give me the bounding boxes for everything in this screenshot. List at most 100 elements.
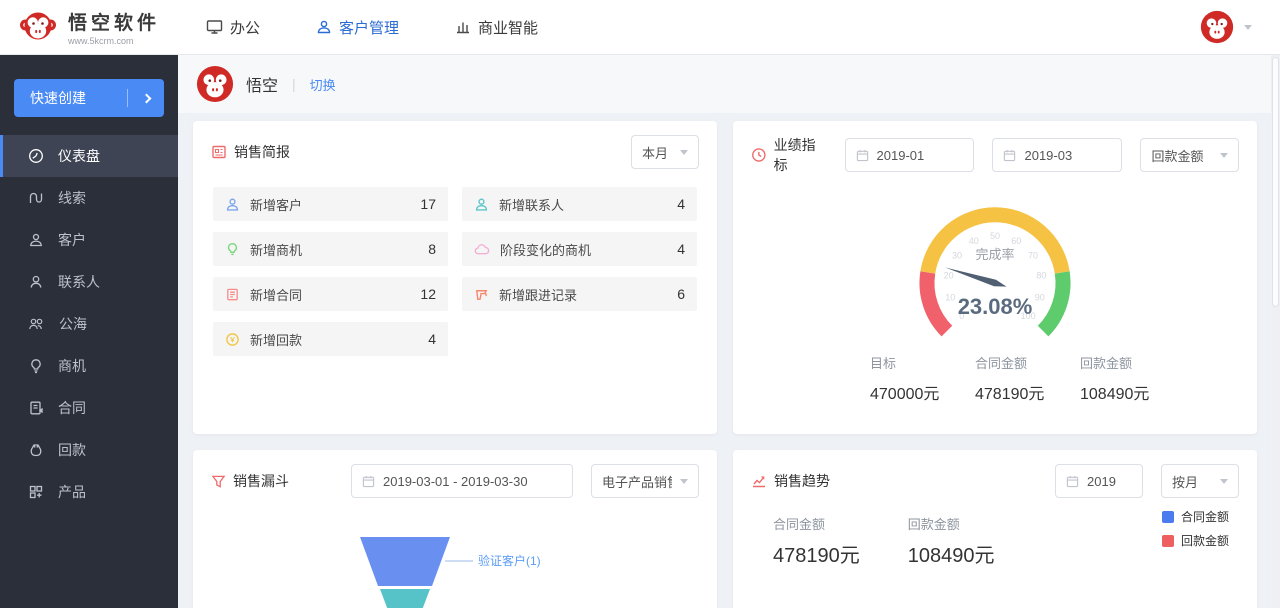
svg-text:60: 60 xyxy=(1011,236,1021,246)
record-icon xyxy=(476,289,488,300)
svg-text:80: 80 xyxy=(1036,271,1046,281)
sidebar-item-leads[interactable]: 线索 xyxy=(0,177,178,219)
nav-label: 商业智能 xyxy=(478,19,539,37)
user-icon xyxy=(226,198,239,211)
calendar-icon xyxy=(1004,149,1016,161)
gauge-arc-mid xyxy=(920,207,1070,274)
nav-item-office[interactable]: 办公 xyxy=(206,17,260,38)
stat-new-contacts[interactable]: 新增联系人 4 xyxy=(462,187,697,221)
gauge-label: 完成率 xyxy=(975,247,1014,262)
quick-create-label: 快速创建 xyxy=(30,90,86,106)
gauge-arc-low xyxy=(919,271,953,337)
person-icon xyxy=(317,20,331,34)
user-menu[interactable] xyxy=(1200,10,1280,44)
department-select[interactable]: 电子产品销售: xyxy=(591,464,699,498)
trend-contract-amount: 478190元 xyxy=(773,545,860,567)
quick-create-button[interactable]: 快速创建 xyxy=(14,79,164,117)
sidebar-item-label: 线索 xyxy=(58,190,86,206)
sidebar-item-label: 回款 xyxy=(58,442,86,458)
brand-subtitle: www.5kcrm.com xyxy=(68,36,134,46)
sidebar-item-customers[interactable]: 客户 xyxy=(0,219,178,261)
legend-payment-amount[interactable]: 回款金额 xyxy=(1161,532,1229,549)
stat-new-followups[interactable]: 新增跟进记录 6 xyxy=(462,277,697,311)
bar-chart-icon xyxy=(457,22,470,34)
cloud-icon xyxy=(474,243,490,254)
sidebar-item-products[interactable]: 产品 xyxy=(0,471,178,513)
caret-down-icon xyxy=(680,478,688,484)
sales-funnel-card: 销售漏斗 2019-03-01 - 2019-03-30 电子产品销售: xyxy=(193,450,717,608)
metric-select[interactable]: 回款金额 xyxy=(1140,138,1239,172)
person-icon xyxy=(30,233,42,247)
report-icon xyxy=(212,145,226,159)
money-bag-icon xyxy=(30,444,42,457)
period-select[interactable]: 本月 xyxy=(631,135,699,169)
funnel-date-range-input[interactable]: 2019-03-01 - 2019-03-30 xyxy=(351,464,573,498)
funnel-chart: 验证客户(1) xyxy=(193,536,717,608)
contact-icon xyxy=(30,275,42,288)
sidebar-item-label: 商机 xyxy=(58,358,86,374)
bulb-icon xyxy=(227,242,238,255)
svg-text:30: 30 xyxy=(952,250,962,260)
nav-item-customer-mgmt[interactable]: 客户管理 xyxy=(316,17,399,38)
trend-legend: 合同金额 回款金额 xyxy=(1161,508,1229,549)
date-to-input[interactable]: 2019-03 xyxy=(992,138,1123,172)
performance-title: 业绩指标 xyxy=(751,135,829,175)
clock-icon xyxy=(752,148,766,162)
funnel-stage-label: 验证客户(1) xyxy=(478,553,541,568)
sidebar-item-contracts[interactable]: 合同 xyxy=(0,387,178,429)
legend-swatch-red xyxy=(1161,534,1174,547)
contract-amount-value: 478190元 xyxy=(975,386,1045,403)
sidebar: 快速创建 仪表盘 线索 客户 联系人 公海 商机 合同 回款 产品 xyxy=(0,55,178,608)
sidebar-item-payments[interactable]: 回款 xyxy=(0,429,178,471)
sidebar-item-label: 合同 xyxy=(58,400,86,416)
date-from-input[interactable]: 2019-01 xyxy=(844,138,975,172)
payment-amount-value: 108490元 xyxy=(1080,386,1150,403)
sidebar-item-dashboard[interactable]: 仪表盘 xyxy=(0,135,178,177)
svg-text:70: 70 xyxy=(1028,250,1038,260)
completion-gauge: 0 10 20 30 40 50 60 70 80 90 100 完成率 23.… xyxy=(733,195,1257,365)
performance-card: 业绩指标 2019-01 2019-03 回款金额 0 10 20 30 40 … xyxy=(733,121,1257,434)
sidebar-item-label: 客户 xyxy=(58,232,86,248)
svg-text:10: 10 xyxy=(945,293,955,303)
stat-new-contracts[interactable]: 新增合同 12 xyxy=(213,277,448,311)
calendar-icon xyxy=(1066,475,1079,487)
group-by-select[interactable]: 按月 xyxy=(1161,464,1239,498)
quick-create-expand[interactable] xyxy=(128,93,164,103)
performance-summary: 目标 470000元 合同金额 478190元 回款金额 108490元 xyxy=(870,353,1257,404)
year-input[interactable]: 2019 xyxy=(1055,464,1143,498)
funnel-stage-1 xyxy=(360,537,450,586)
nav-item-business-intel[interactable]: 商业智能 xyxy=(455,17,538,38)
stat-new-customers[interactable]: 新增客户 17 xyxy=(213,187,448,221)
scrollbar-thumb[interactable] xyxy=(1272,57,1279,307)
workspace-header: 悟空 | 切换 xyxy=(178,55,1280,113)
sales-trend-card: 销售趋势 2019 按月 合同金额 478190元 回款金额 108490元 合… xyxy=(733,450,1257,608)
divider: | xyxy=(292,76,296,92)
trend-payment-amount: 108490元 xyxy=(907,545,995,567)
nav-label: 办公 xyxy=(230,19,261,37)
legend-contract-amount[interactable]: 合同金额 xyxy=(1161,508,1229,525)
stat-new-payments[interactable]: 新增回款 4 xyxy=(213,322,448,356)
calendar-icon xyxy=(856,149,868,161)
people-icon xyxy=(29,318,43,330)
svg-text:40: 40 xyxy=(969,236,979,246)
contract-icon xyxy=(227,288,238,300)
brand-logo[interactable]: 悟空软件 www.5kcrm.com xyxy=(0,7,180,47)
monitor-icon xyxy=(206,20,223,34)
switch-workspace-link[interactable]: 切换 xyxy=(310,75,336,94)
sidebar-item-pool[interactable]: 公海 xyxy=(0,303,178,345)
sales-brief-title: 销售简报 xyxy=(211,142,290,162)
gauge-icon xyxy=(29,149,43,163)
caret-down-icon xyxy=(1244,24,1252,30)
caret-down-icon xyxy=(680,149,688,155)
gauge-needle xyxy=(945,267,1007,287)
chevron-right-icon xyxy=(141,93,151,103)
funnel-stage-2 xyxy=(380,589,430,608)
sales-brief-card: 销售简报 本月 新增客户 17 新增商机 8 新增合同 12 新增回款 4 新增… xyxy=(193,121,717,434)
stat-new-opportunities[interactable]: 新增商机 8 xyxy=(213,232,448,266)
sidebar-item-opportunities[interactable]: 商机 xyxy=(0,345,178,387)
stat-stage-changed-opportunities[interactable]: 阶段变化的商机 4 xyxy=(462,232,697,266)
funnel-icon xyxy=(211,475,226,488)
sidebar-item-contacts[interactable]: 联系人 xyxy=(0,261,178,303)
caret-down-icon xyxy=(1220,478,1228,484)
sidebar-item-label: 公海 xyxy=(59,316,87,332)
